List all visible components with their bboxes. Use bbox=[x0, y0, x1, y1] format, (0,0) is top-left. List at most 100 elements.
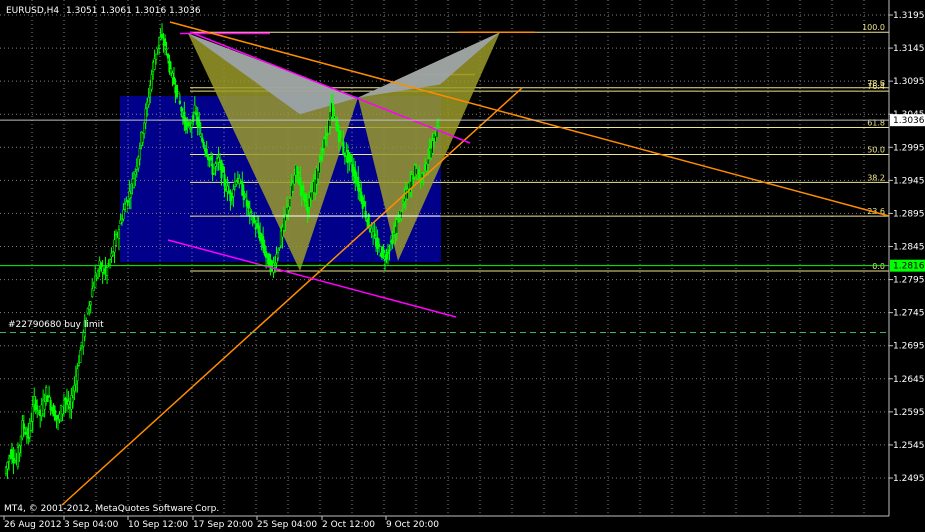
y-tick-label: 1.3195 bbox=[893, 11, 925, 21]
candle-body bbox=[102, 272, 106, 274]
candle-body bbox=[150, 74, 153, 90]
y-tick-label: 1.2845 bbox=[893, 243, 925, 253]
candle-body bbox=[427, 158, 430, 165]
candle-body bbox=[141, 133, 144, 143]
candle-body bbox=[43, 401, 46, 410]
y-tick-label: 1.2595 bbox=[893, 408, 925, 418]
candle-body bbox=[254, 227, 257, 230]
green-price-label: 1.2816 bbox=[893, 262, 925, 272]
y-tick-label: 1.2945 bbox=[893, 176, 925, 186]
y-tick-label: 1.2645 bbox=[893, 375, 925, 385]
candle-body bbox=[247, 201, 250, 209]
candle-body bbox=[296, 166, 299, 175]
candle-body bbox=[88, 305, 91, 310]
candle-body bbox=[278, 247, 281, 249]
y-tick-label: 1.2695 bbox=[893, 342, 925, 352]
candle-body bbox=[287, 206, 290, 211]
candle-body bbox=[198, 119, 201, 129]
y-tick-label: 1.2745 bbox=[893, 309, 925, 319]
candle-body bbox=[331, 103, 335, 111]
candle-body bbox=[49, 400, 52, 411]
candle-body bbox=[291, 182, 294, 192]
candle-body bbox=[382, 249, 385, 254]
candle-body bbox=[217, 157, 220, 163]
candle-body bbox=[190, 123, 193, 128]
candle-body bbox=[431, 140, 434, 154]
y-tick-label: 1.2545 bbox=[893, 441, 925, 451]
candle-body bbox=[155, 53, 158, 60]
candle-body bbox=[377, 243, 381, 247]
ohlc-label: 1.3051 1.3061 1.3016 1.3036 bbox=[66, 6, 201, 16]
y-tick-label: 1.2795 bbox=[893, 276, 925, 286]
candle-body bbox=[153, 58, 156, 70]
x-tick-label: 3 Sep 04:00 bbox=[64, 520, 119, 530]
candle-body bbox=[349, 155, 352, 162]
candle-body bbox=[322, 138, 326, 149]
candle-body bbox=[134, 171, 137, 175]
candle-body bbox=[253, 215, 256, 223]
candle-body bbox=[321, 148, 324, 151]
candle-body bbox=[48, 395, 51, 398]
candle-body bbox=[325, 132, 329, 136]
candle-body bbox=[257, 225, 260, 234]
candle-body bbox=[373, 233, 376, 237]
candle-body bbox=[67, 401, 70, 406]
candle-body bbox=[192, 115, 195, 123]
candle-body bbox=[172, 76, 176, 85]
candle-body bbox=[385, 254, 388, 260]
x-tick-label: 25 Sep 04:00 bbox=[257, 520, 317, 530]
candle-body bbox=[422, 172, 425, 176]
candle-body bbox=[205, 148, 208, 156]
candle-body bbox=[195, 112, 198, 116]
candle-body bbox=[79, 350, 82, 363]
fib-level-label: 38.2 bbox=[867, 173, 885, 182]
candle-body bbox=[7, 457, 11, 462]
candle-body bbox=[175, 84, 179, 98]
x-tick-label: 26 Aug 2012 bbox=[4, 520, 62, 530]
candle-body bbox=[114, 234, 118, 246]
fib-level-label: 76.4 bbox=[867, 82, 885, 91]
candle-body bbox=[22, 423, 25, 430]
candle-body bbox=[10, 449, 14, 459]
candle-body bbox=[73, 385, 76, 392]
fib-level-label: 50.0 bbox=[867, 146, 885, 155]
candle-body bbox=[363, 201, 366, 207]
x-tick-label: 17 Sep 20:00 bbox=[193, 520, 253, 530]
candle-body bbox=[333, 115, 336, 119]
candle-body bbox=[177, 91, 180, 94]
candle-body bbox=[364, 210, 367, 219]
candle-body bbox=[244, 194, 247, 197]
candle-body bbox=[276, 252, 280, 259]
candle-body bbox=[178, 100, 181, 104]
x-tick-label: 2 Oct 12:00 bbox=[322, 520, 375, 530]
candle-body bbox=[302, 185, 305, 191]
candle-body bbox=[415, 168, 418, 175]
candle-body bbox=[45, 387, 48, 397]
candle-body bbox=[6, 462, 9, 469]
candle-body bbox=[108, 259, 112, 265]
y-tick-label: 1.3095 bbox=[893, 77, 925, 87]
candle-body bbox=[31, 406, 34, 422]
candle-body bbox=[210, 156, 213, 161]
current-price-label: 1.3036 bbox=[893, 116, 925, 126]
candle-body bbox=[89, 301, 92, 306]
candle-body bbox=[308, 197, 311, 208]
y-tick-label: 1.2495 bbox=[893, 474, 925, 484]
candle-body bbox=[193, 104, 196, 113]
candle-body bbox=[95, 276, 98, 279]
candle-body bbox=[250, 211, 253, 213]
candle-body bbox=[293, 174, 296, 185]
candle-body bbox=[117, 228, 121, 239]
candle-body bbox=[223, 174, 226, 187]
candle-body bbox=[318, 162, 321, 174]
candle-body bbox=[77, 362, 80, 366]
candle-body bbox=[37, 405, 40, 411]
candle-body bbox=[71, 397, 74, 403]
candle-body bbox=[342, 141, 345, 154]
candle-body bbox=[214, 163, 217, 167]
candle-body bbox=[354, 169, 357, 183]
x-tick-label: 10 Sep 12:00 bbox=[128, 520, 188, 530]
candle-body bbox=[97, 270, 100, 273]
price-chart[interactable]: 100.078.676.461.850.038.223.60.0 1.31951… bbox=[0, 0, 925, 532]
candle-body bbox=[305, 193, 308, 202]
